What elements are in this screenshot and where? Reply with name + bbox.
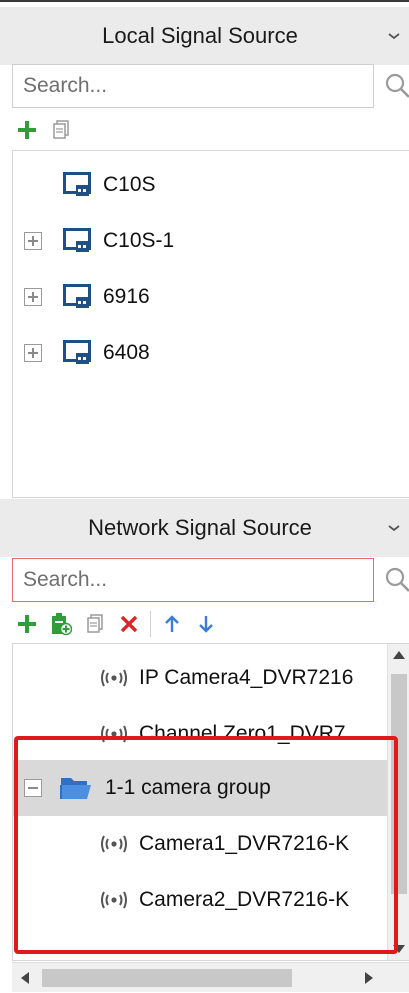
ip-camera-icon <box>101 725 127 743</box>
tree-item-label: 6408 <box>103 341 150 364</box>
ip-camera-icon <box>101 669 127 687</box>
move-down-button[interactable] <box>191 608 221 640</box>
chevron-down-icon[interactable] <box>385 519 403 537</box>
tree-item-label: 6916 <box>103 285 150 308</box>
tree-item-label: IP Camera4_DVR7216 <box>139 666 354 689</box>
tree-item-local[interactable]: C10S <box>13 157 409 213</box>
scroll-down-arrow-icon[interactable] <box>392 944 406 954</box>
tree-item-network[interactable]: Camera2_DVR7216-K <box>13 872 388 928</box>
horizontal-scrollbar[interactable] <box>12 962 409 992</box>
toolbar-divider <box>150 611 151 637</box>
arrow-up-icon <box>165 615 179 632</box>
expand-toggle[interactable] <box>24 344 42 362</box>
horizontal-scrollbar-thumb[interactable] <box>42 969 292 987</box>
tree-item-label: Camera1_DVR7216-K <box>139 832 350 855</box>
tree-item-label: 1-1 camera group <box>105 776 271 799</box>
vertical-scrollbar[interactable] <box>387 644 409 960</box>
encoder-device-icon <box>63 172 91 196</box>
local-search-input[interactable] <box>12 64 374 108</box>
local-signal-source-title: Local Signal Source <box>102 23 298 48</box>
arrow-down-icon <box>199 616 213 633</box>
add-group-button[interactable] <box>46 608 76 640</box>
ip-camera-icon <box>101 891 127 909</box>
tree-item-network[interactable]: Camera1_DVR7216-K <box>13 816 388 872</box>
add-button[interactable] <box>12 114 42 146</box>
tree-item-group[interactable]: 1-1 camera group <box>13 760 388 816</box>
tree-item-label: Channel Zero1_DVR7 <box>139 722 346 745</box>
delete-button[interactable] <box>114 608 144 640</box>
delete-icon <box>120 615 138 633</box>
collapse-toggle[interactable] <box>24 779 42 797</box>
vertical-scrollbar-thumb[interactable] <box>391 674 407 894</box>
network-search <box>12 558 409 602</box>
ip-camera-icon <box>101 835 127 853</box>
scroll-left-arrow-icon[interactable] <box>20 971 30 985</box>
search-icon[interactable] <box>384 72 409 100</box>
add-group-icon <box>52 613 72 636</box>
local-toolbar <box>12 114 80 146</box>
tree-item-label: Camera2_DVR7216-K <box>139 888 350 911</box>
move-up-button[interactable] <box>157 608 187 640</box>
encoder-device-icon <box>63 228 91 252</box>
encoder-device-icon <box>63 340 91 364</box>
tree-item-local[interactable]: C10S-1 <box>13 213 409 269</box>
expand-toggle[interactable] <box>24 232 42 250</box>
copy-icon <box>87 614 103 633</box>
tree-item-label: C10S-1 <box>103 229 175 252</box>
tree-item-label: C10S <box>103 173 156 196</box>
copy-icon <box>53 120 69 139</box>
tree-item-network[interactable]: Channel Zero1_DVR7 <box>13 706 388 762</box>
add-button[interactable] <box>12 608 42 640</box>
local-search <box>12 64 409 108</box>
network-signal-source-title: Network Signal Source <box>88 515 312 540</box>
chevron-down-icon[interactable] <box>385 27 403 45</box>
folder-open-icon <box>60 778 91 799</box>
search-icon[interactable] <box>384 566 409 594</box>
encoder-device-icon <box>63 284 91 308</box>
scroll-right-arrow-icon[interactable] <box>364 971 374 985</box>
copy-button[interactable] <box>80 608 110 640</box>
network-toolbar <box>12 608 225 640</box>
tree-item-network[interactable]: IP Camera4_DVR7216 <box>13 650 388 706</box>
network-tree: IP Camera4_DVR7216 Channel Zero1_DVR7 1-… <box>12 643 409 961</box>
tree-item-local[interactable]: 6408 <box>13 325 409 381</box>
local-signal-source-header[interactable]: Local Signal Source <box>0 7 409 65</box>
scroll-up-arrow-icon[interactable] <box>392 650 406 660</box>
window-top-edge <box>0 0 409 5</box>
network-signal-source-header[interactable]: Network Signal Source <box>0 499 409 557</box>
network-search-input[interactable] <box>12 558 374 602</box>
local-tree: C10S C10S-1 6916 6408 <box>12 150 409 498</box>
plus-icon <box>18 615 36 633</box>
plus-icon <box>18 121 36 139</box>
tree-item-local[interactable]: 6916 <box>13 269 409 325</box>
expand-toggle[interactable] <box>24 288 42 306</box>
copy-button[interactable] <box>46 114 76 146</box>
